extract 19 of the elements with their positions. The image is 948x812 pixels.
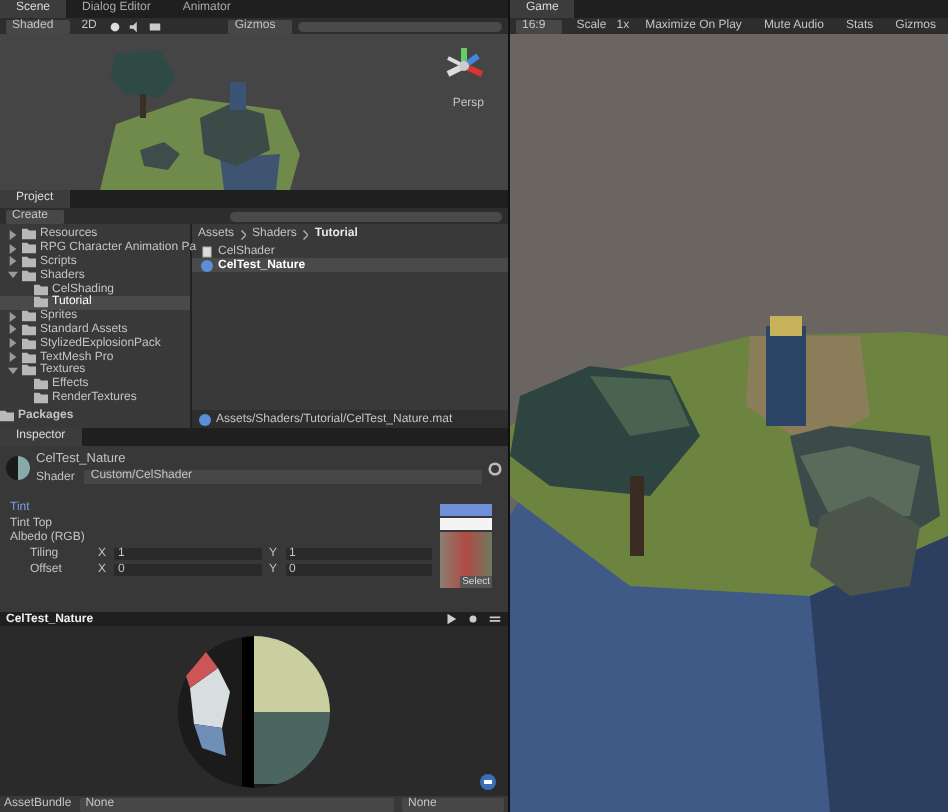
material-sphere-icon	[200, 259, 214, 271]
light-icon[interactable]	[466, 612, 480, 626]
material-sphere-icon	[198, 413, 212, 425]
asset-bundle-icon[interactable]	[480, 774, 496, 790]
shader-file-icon	[200, 245, 214, 257]
color-swatch[interactable]	[440, 503, 492, 516]
color-swatch[interactable]	[440, 518, 492, 531]
material-sphere-icon	[6, 456, 30, 480]
folder-icon	[0, 409, 14, 422]
search-field[interactable]	[230, 211, 502, 221]
menu-icon[interactable]	[488, 612, 502, 626]
settings-icon[interactable]	[488, 461, 502, 475]
expanded-arrow-icon[interactable]	[8, 365, 18, 376]
image-icon[interactable]	[148, 19, 163, 33]
search-field[interactable]	[297, 21, 502, 31]
chevron-icon	[302, 229, 309, 239]
light-icon[interactable]	[108, 19, 123, 33]
expanded-arrow-icon[interactable]	[8, 270, 18, 281]
chevron-icon	[240, 229, 247, 239]
